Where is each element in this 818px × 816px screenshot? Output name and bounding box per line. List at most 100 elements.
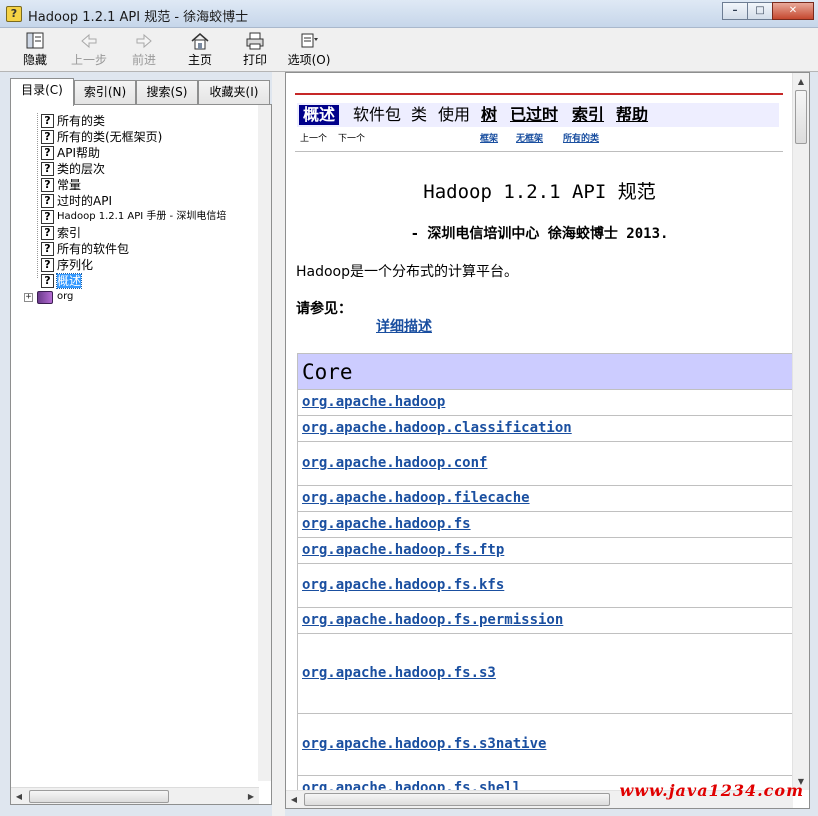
content-vertical-scrollbar[interactable]: ▲ ▼ xyxy=(792,73,809,790)
see-also-label: 请参见： xyxy=(296,301,352,317)
help-topic-icon: ? xyxy=(41,114,54,128)
nav-package: 软件包 xyxy=(353,105,402,124)
nav-tabs: 目录(C) 索引(N) 搜索(S) 收藏夹(I) xyxy=(10,78,272,106)
tree-item-selected[interactable]: ? 概述 xyxy=(41,273,83,289)
help-topic-icon: ? xyxy=(41,178,54,192)
options-button[interactable]: 选项(O) xyxy=(284,32,334,70)
page-description: Hadoop是一个分布式的计算平台。 xyxy=(296,264,519,280)
detail-description-link[interactable]: 详细描述 xyxy=(376,316,432,336)
scroll-thumb[interactable] xyxy=(795,90,807,144)
package-link[interactable]: org.apache.hadoop.fs.s3 xyxy=(302,665,496,681)
help-topic-icon: ? xyxy=(41,194,54,208)
tree-item[interactable]: ? 类的层次 xyxy=(41,161,105,177)
tree-item[interactable]: ? 过时的API xyxy=(41,193,112,209)
tree-item[interactable]: ? 所有的类 xyxy=(41,113,105,129)
scroll-up-icon[interactable]: ▲ xyxy=(793,73,809,90)
table-row: org.apache.hadoop.fs.s3native xyxy=(298,714,793,776)
minimize-button[interactable]: – xyxy=(722,2,748,20)
hide-button[interactable]: 隐藏 xyxy=(10,32,60,70)
next-label: 下一个 xyxy=(338,134,366,144)
nav-index-link[interactable]: 索引 xyxy=(572,105,604,125)
package-link[interactable]: org.apache.hadoop.fs xyxy=(302,516,471,532)
help-topic-icon: ? xyxy=(41,242,54,256)
help-topic-icon: ? xyxy=(41,162,54,176)
all-classes-link[interactable]: 所有的类 xyxy=(563,131,599,144)
tab-index[interactable]: 索引(N) xyxy=(74,80,136,104)
watermark: www.java1234.com xyxy=(619,781,804,800)
table-row: org.apache.hadoop.fs.s3 xyxy=(298,634,793,714)
nav-tree-link[interactable]: 树 xyxy=(481,105,497,125)
nav-overview: 概述 xyxy=(299,105,340,125)
package-link[interactable]: org.apache.hadoop.fs.kfs xyxy=(302,577,504,593)
help-topic-icon: ? xyxy=(41,258,54,272)
tree-item[interactable]: ? API帮助 xyxy=(41,145,100,161)
prev-label: 上一个 xyxy=(300,134,328,144)
page-title: Hadoop 1.2.1 API 规范 xyxy=(423,181,656,203)
tab-favorites[interactable]: 收藏夹(I) xyxy=(198,80,270,104)
table-row: org.apache.hadoop.fs.ftp xyxy=(298,538,793,564)
tree-item[interactable]: ? 常量 xyxy=(41,177,81,193)
package-link[interactable]: org.apache.hadoop.filecache xyxy=(302,490,530,506)
back-button[interactable]: 上一步 xyxy=(64,32,114,70)
package-table-header: Core xyxy=(298,354,793,390)
nav-use: 使用 xyxy=(438,105,471,124)
tab-contents[interactable]: 目录(C) xyxy=(10,78,74,106)
tree-item[interactable]: ? 索引 xyxy=(41,225,81,241)
tree-item[interactable]: ? 序列化 xyxy=(41,257,93,273)
table-row: org.apache.hadoop.fs.kfs xyxy=(298,564,793,608)
package-link[interactable]: org.apache.hadoop.fs.permission xyxy=(302,612,563,628)
package-link[interactable]: org.apache.hadoop.fs.s3native xyxy=(302,736,546,752)
package-link[interactable]: org.apache.hadoop.fs.ftp xyxy=(302,542,504,558)
page-subtitle: - 深圳电信培训中心 徐海蛟博士 2013. xyxy=(410,226,669,242)
help-topic-icon: ? xyxy=(41,226,54,240)
forward-arrow-icon xyxy=(136,33,152,49)
table-row: org.apache.hadoop xyxy=(298,390,793,416)
help-topic-icon: ? xyxy=(41,130,54,144)
expand-icon[interactable]: + xyxy=(24,293,33,302)
maximize-button[interactable]: □ xyxy=(747,2,773,20)
table-row: org.apache.hadoop.conf xyxy=(298,442,793,486)
toolbar: 隐藏 上一步 前进 主页 打印 选项(O) xyxy=(0,28,818,72)
package-table: Core org.apache.hadoop org.apache.hadoop… xyxy=(297,353,793,790)
help-topic-icon: ? xyxy=(41,146,54,160)
package-link[interactable]: org.apache.hadoop xyxy=(302,394,445,410)
home-icon xyxy=(191,33,209,50)
scroll-thumb[interactable] xyxy=(29,790,169,803)
help-topic-icon: ? xyxy=(41,274,54,288)
package-link[interactable]: org.apache.hadoop.classification xyxy=(302,420,572,436)
content-pane: 概述 软件包 类 使用 树 已过时 索引 帮助 上一个 下一个 框架 无框架 所… xyxy=(285,72,810,809)
tree-horizontal-scrollbar[interactable]: ◀ ▶ xyxy=(11,787,259,804)
nav-help-link[interactable]: 帮助 xyxy=(616,105,648,125)
options-icon xyxy=(301,33,318,48)
scroll-thumb[interactable] xyxy=(304,793,610,806)
close-button[interactable]: ✕ xyxy=(772,2,814,20)
tree-vertical-scrollbar[interactable] xyxy=(258,105,271,781)
home-button[interactable]: 主页 xyxy=(175,32,225,70)
nav-deprecated-link[interactable]: 已过时 xyxy=(510,105,558,125)
window-controls: – □ ✕ xyxy=(722,2,814,20)
table-row: org.apache.hadoop.fs.permission xyxy=(298,608,793,634)
document-content: 概述 软件包 类 使用 树 已过时 索引 帮助 上一个 下一个 框架 无框架 所… xyxy=(286,73,793,790)
tree-item[interactable]: ? 所有的软件包 xyxy=(41,241,129,257)
printer-icon xyxy=(246,32,264,50)
tree-folder-org[interactable]: + org xyxy=(24,289,73,305)
tab-search[interactable]: 搜索(S) xyxy=(136,80,198,104)
tree-item[interactable]: ? 所有的类(无框架页) xyxy=(41,129,162,145)
frames-link[interactable]: 框架 xyxy=(480,131,498,144)
tree-item[interactable]: ? Hadoop 1.2.1 API 手册 - 深圳电信培 xyxy=(41,209,226,225)
table-row: org.apache.hadoop.filecache xyxy=(298,486,793,512)
package-link[interactable]: org.apache.hadoop.fs.shell xyxy=(302,780,521,790)
scroll-left-icon[interactable]: ◀ xyxy=(286,791,302,808)
table-row: org.apache.hadoop.classification xyxy=(298,416,793,442)
scroll-left-icon[interactable]: ◀ xyxy=(11,788,27,805)
print-button[interactable]: 打印 xyxy=(230,32,280,70)
package-link[interactable]: org.apache.hadoop.conf xyxy=(302,455,487,471)
navigation-pane: 目录(C) 索引(N) 搜索(S) 收藏夹(I) ? 所有的类 ? 所有的类(无框架… xyxy=(10,78,272,805)
help-app-icon: ? xyxy=(6,6,22,22)
forward-button[interactable]: 前进 xyxy=(119,32,169,70)
scroll-right-icon[interactable]: ▶ xyxy=(243,788,259,805)
javadoc-navbar: 概述 软件包 类 使用 树 已过时 索引 帮助 xyxy=(297,103,779,127)
pane-splitter[interactable] xyxy=(272,72,285,816)
no-frames-link[interactable]: 无框架 xyxy=(516,131,543,144)
contents-tree-box: ? 所有的类 ? 所有的类(无框架页) ? API帮助 ? 类的层次 ? 常量 ? 过时的A… xyxy=(10,104,272,805)
